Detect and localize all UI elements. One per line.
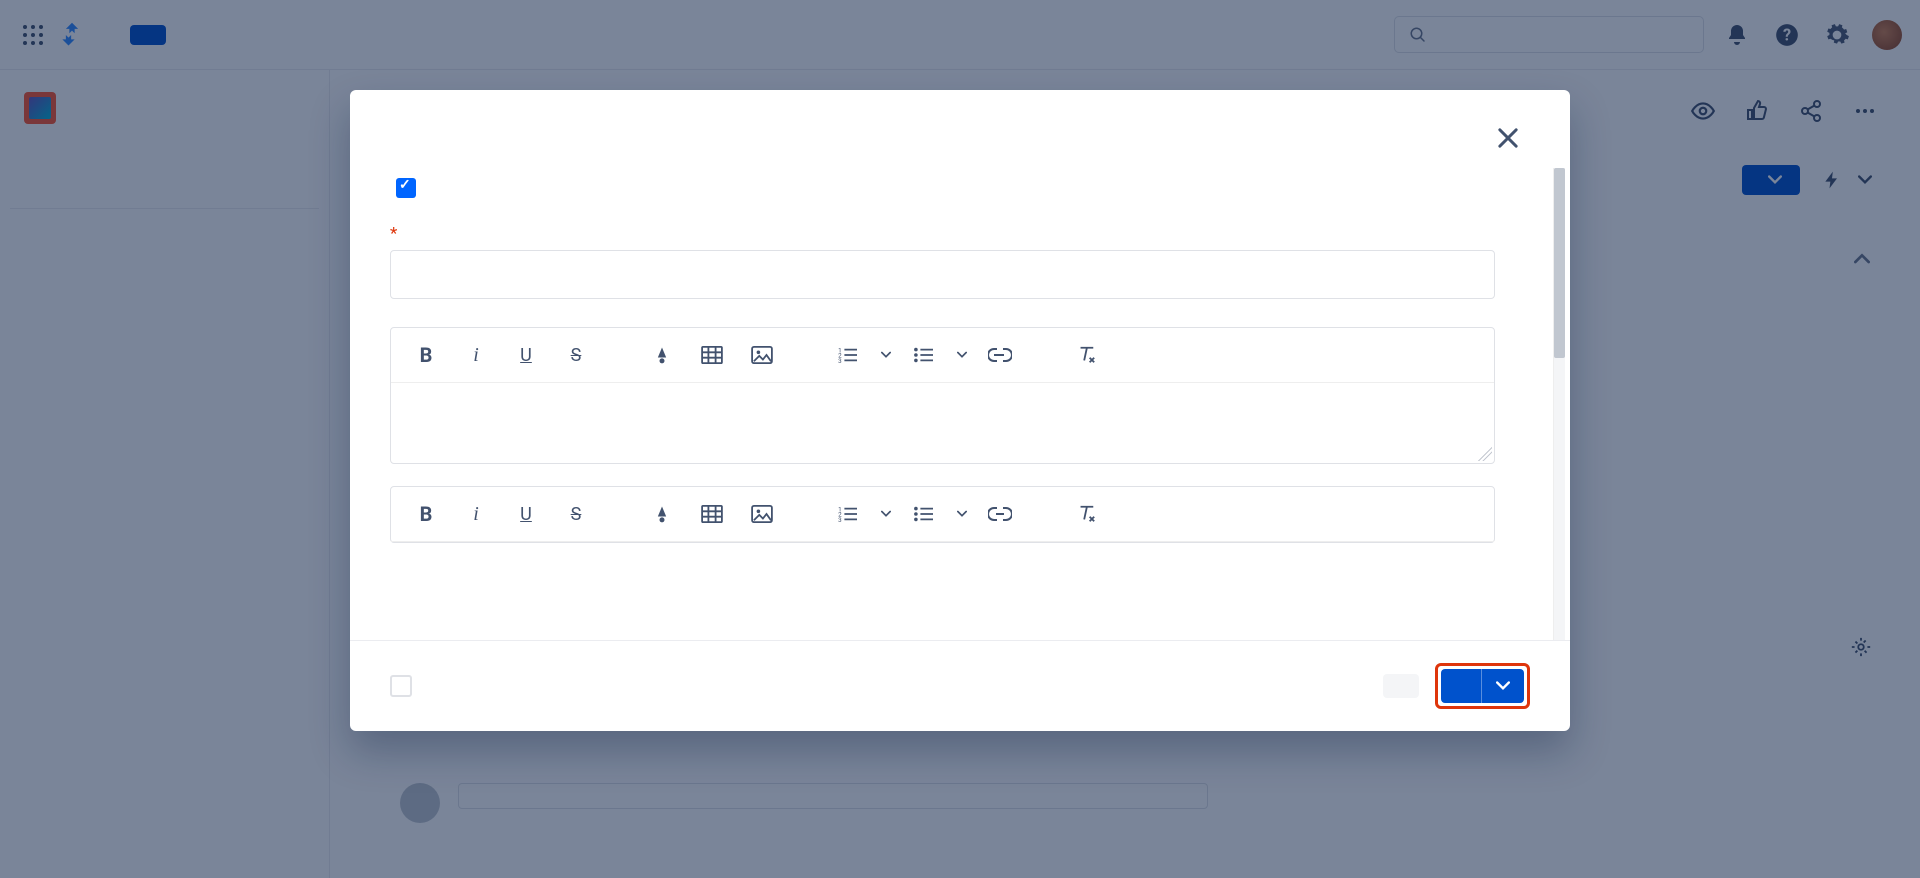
bullet-list-button[interactable] [899, 493, 949, 535]
objective-toolbar: B i U S 123 [391, 328, 1494, 383]
create-another-checkbox[interactable] [390, 675, 424, 697]
italic-button[interactable]: i [451, 334, 501, 376]
modal-overlay: * B i U S 123 [0, 0, 1920, 878]
create-split-button-highlight [1435, 663, 1530, 709]
text-color-button[interactable] [637, 493, 687, 535]
ordered-list-button[interactable]: 123 [823, 493, 873, 535]
name-field-label: * [390, 224, 1525, 244]
create-button[interactable] [1441, 669, 1481, 703]
precondition-editor[interactable]: B i U S 123 [390, 486, 1495, 543]
table-button[interactable] [687, 334, 737, 376]
name-input[interactable] [390, 250, 1495, 299]
close-icon [1494, 124, 1522, 152]
italic-button[interactable]: i [451, 493, 501, 535]
image-button[interactable] [737, 334, 787, 376]
svg-text:3: 3 [838, 357, 842, 364]
linked-issue-row [390, 178, 1525, 198]
scrollbar-thumb[interactable] [1554, 168, 1565, 358]
checkbox-icon [390, 675, 412, 697]
bullet-list-more-button[interactable] [949, 334, 975, 376]
clear-formatting-button[interactable] [1061, 493, 1111, 535]
bold-button[interactable]: B [401, 334, 451, 376]
table-button[interactable] [687, 493, 737, 535]
bold-button[interactable]: B [401, 493, 451, 535]
create-dropdown-button[interactable] [1481, 669, 1524, 703]
ordered-list-button[interactable]: 123 [823, 334, 873, 376]
strikethrough-button[interactable]: S [551, 334, 601, 376]
bullet-list-button[interactable] [899, 334, 949, 376]
bullet-list-more-button[interactable] [949, 493, 975, 535]
link-button[interactable] [975, 493, 1025, 535]
svg-text:3: 3 [838, 516, 842, 523]
objective-textarea[interactable] [391, 383, 1494, 463]
text-color-button[interactable] [637, 334, 687, 376]
precondition-toolbar: B i U S 123 [391, 487, 1494, 542]
modal-scrollbar[interactable] [1553, 168, 1565, 640]
chevron-down-icon [1496, 681, 1510, 691]
ordered-list-more-button[interactable] [873, 334, 899, 376]
clear-formatting-button[interactable] [1061, 334, 1111, 376]
strikethrough-button[interactable]: S [551, 493, 601, 535]
objective-editor[interactable]: B i U S 123 [390, 327, 1495, 464]
issue-type-icon [396, 178, 416, 198]
link-button[interactable] [975, 334, 1025, 376]
ordered-list-more-button[interactable] [873, 493, 899, 535]
underline-button[interactable]: U [501, 493, 551, 535]
image-button[interactable] [737, 493, 787, 535]
create-test-case-modal: * B i U S 123 [350, 90, 1570, 731]
cancel-button[interactable] [1383, 674, 1419, 698]
underline-button[interactable]: U [501, 334, 551, 376]
close-button[interactable] [1494, 124, 1522, 152]
